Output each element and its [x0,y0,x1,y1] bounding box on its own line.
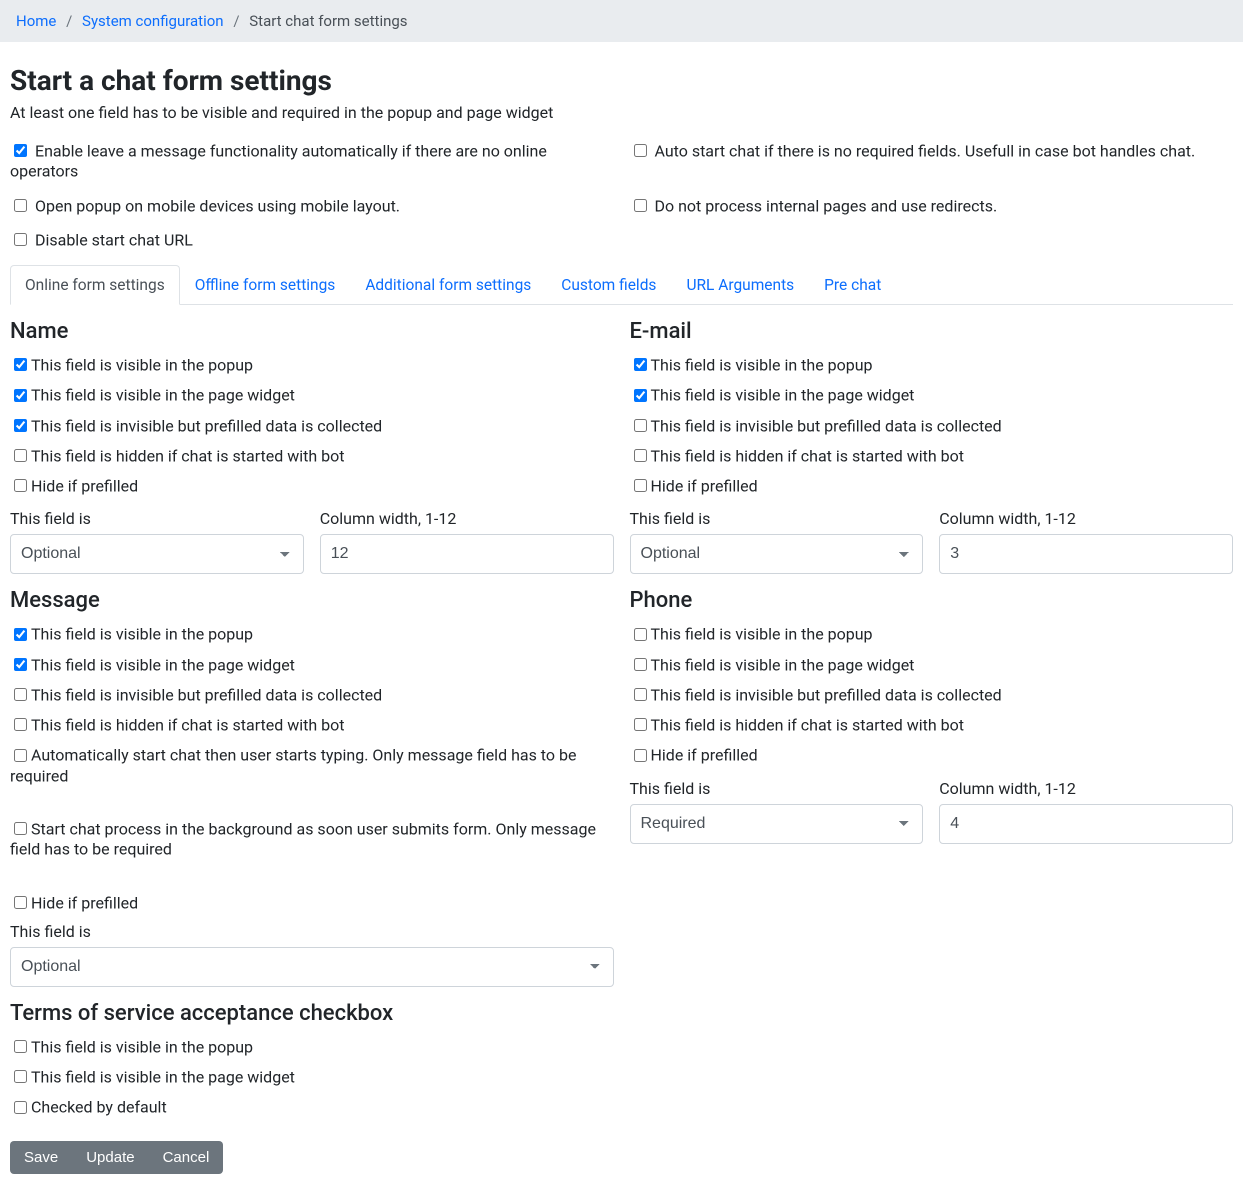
email-invisible-prefilled-label: This field is invisible but prefilled da… [651,416,1002,435]
section-email-heading: E-mail [630,319,1234,344]
phone-invisible-prefilled-label: This field is invisible but prefilled da… [651,685,1002,704]
phone-visible-widget-checkbox[interactable] [634,658,647,671]
tab-prechat[interactable]: Pre chat [809,265,896,305]
tos-checked-default-checkbox[interactable] [14,1101,27,1114]
email-hidden-if-bot-checkbox[interactable] [634,449,647,462]
name-field-is-select[interactable]: Optional Required [10,534,304,574]
breadcrumb: Home / System configuration / Start chat… [0,0,1243,42]
email-invisible-prefilled-checkbox[interactable] [634,419,647,432]
name-hide-if-prefilled-label: Hide if prefilled [31,476,138,495]
breadcrumb-current: Start chat form settings [249,12,407,30]
email-field-is-select[interactable]: Optional Required [630,534,924,574]
email-visible-widget-label: This field is visible in the page widget [651,386,915,405]
auto-start-chat-checkbox[interactable] [634,144,647,157]
name-visible-widget-checkbox[interactable] [14,389,27,402]
message-visible-popup-label: This field is visible in the popup [31,625,253,644]
email-col-width-input[interactable] [939,534,1233,574]
message-hidden-if-bot-checkbox[interactable] [14,718,27,731]
disable-start-url-label: Disable start chat URL [35,230,193,249]
message-hide-if-prefilled-checkbox[interactable] [14,896,27,909]
enable-leave-msg-checkbox[interactable] [14,144,27,157]
section-message-heading: Message [10,588,614,613]
no-internal-redirect-checkbox[interactable] [634,199,647,212]
phone-hide-if-prefilled-label: Hide if prefilled [651,746,758,765]
breadcrumb-sep: / [66,12,72,30]
name-visible-popup-label: This field is visible in the popup [31,355,253,374]
email-visible-popup-label: This field is visible in the popup [651,355,873,374]
email-hide-if-prefilled-label: Hide if prefilled [651,476,758,495]
message-invisible-prefilled-checkbox[interactable] [14,688,27,701]
tos-visible-widget-label: This field is visible in the page widget [31,1067,295,1086]
message-visible-widget-label: This field is visible in the page widget [31,655,295,674]
name-invisible-prefilled-checkbox[interactable] [14,419,27,432]
name-hidden-if-bot-label: This field is hidden if chat is started … [31,446,345,465]
phone-visible-widget-label: This field is visible in the page widget [651,655,915,674]
section-name-heading: Name [10,319,614,344]
page-subtitle: At least one field has to be visible and… [10,103,1233,122]
message-field-is-label: This field is [10,922,614,941]
phone-visible-popup-checkbox[interactable] [634,628,647,641]
breadcrumb-sysconf[interactable]: System configuration [82,12,224,30]
no-internal-redirect-label: Do not process internal pages and use re… [654,196,997,215]
message-visible-popup-checkbox[interactable] [14,628,27,641]
phone-field-is-select[interactable]: Optional Required [630,804,924,844]
phone-field-is-label: This field is [630,779,924,798]
update-button[interactable]: Update [72,1141,148,1174]
email-visible-popup-checkbox[interactable] [634,358,647,371]
message-field-is-select[interactable]: Optional Required [10,947,614,987]
name-visible-widget-label: This field is visible in the page widget [31,386,295,405]
tab-offline[interactable]: Offline form settings [180,265,351,305]
breadcrumb-sep: / [233,12,239,30]
phone-col-width-input[interactable] [939,804,1233,844]
phone-invisible-prefilled-checkbox[interactable] [634,688,647,701]
name-hidden-if-bot-checkbox[interactable] [14,449,27,462]
message-auto-start-typing-checkbox[interactable] [14,749,27,762]
email-hide-if-prefilled-checkbox[interactable] [634,479,647,492]
tab-custom[interactable]: Custom fields [546,265,671,305]
section-phone-heading: Phone [630,588,1234,613]
phone-visible-popup-label: This field is visible in the popup [651,625,873,644]
tos-visible-widget-checkbox[interactable] [14,1070,27,1083]
phone-hidden-if-bot-label: This field is hidden if chat is started … [651,715,965,734]
message-start-background-label: Start chat process in the background as … [10,819,596,858]
tos-visible-popup-checkbox[interactable] [14,1040,27,1053]
phone-hidden-if-bot-checkbox[interactable] [634,718,647,731]
message-invisible-prefilled-label: This field is invisible but prefilled da… [31,685,382,704]
page-title: Start a chat form settings [10,64,1233,97]
breadcrumb-home[interactable]: Home [16,12,56,30]
tab-additional[interactable]: Additional form settings [350,265,546,305]
name-hide-if-prefilled-checkbox[interactable] [14,479,27,492]
name-invisible-prefilled-label: This field is invisible but prefilled da… [31,416,382,435]
phone-hide-if-prefilled-checkbox[interactable] [634,749,647,762]
email-hidden-if-bot-label: This field is hidden if chat is started … [651,446,965,465]
tab-urlargs[interactable]: URL Arguments [671,265,809,305]
message-hide-if-prefilled-label: Hide if prefilled [31,893,138,912]
open-popup-mobile-checkbox[interactable] [14,199,27,212]
auto-start-chat-label: Auto start chat if there is no required … [654,141,1195,160]
open-popup-mobile-label: Open popup on mobile devices using mobil… [35,196,400,215]
section-tos-heading: Terms of service acceptance checkbox [10,1001,614,1026]
name-col-width-input[interactable] [320,534,614,574]
tab-online[interactable]: Online form settings [10,265,180,305]
tos-visible-popup-label: This field is visible in the popup [31,1037,253,1056]
disable-start-url-checkbox[interactable] [14,233,27,246]
name-field-is-label: This field is [10,509,304,528]
email-field-is-label: This field is [630,509,924,528]
email-visible-widget-checkbox[interactable] [634,389,647,402]
tos-checked-default-label: Checked by default [31,1098,167,1117]
message-auto-start-typing-label: Automatically start chat then user start… [10,746,576,785]
phone-col-width-label: Column width, 1-12 [939,779,1233,798]
message-visible-widget-checkbox[interactable] [14,658,27,671]
message-hidden-if-bot-label: This field is hidden if chat is started … [31,715,345,734]
message-start-background-checkbox[interactable] [14,822,27,835]
cancel-button[interactable]: Cancel [149,1141,224,1174]
tabs-nav: Online form settings Offline form settin… [10,265,1233,305]
name-col-width-label: Column width, 1-12 [320,509,614,528]
name-visible-popup-checkbox[interactable] [14,358,27,371]
save-button[interactable]: Save [10,1141,72,1174]
email-col-width-label: Column width, 1-12 [939,509,1233,528]
enable-leave-msg-label: Enable leave a message functionality aut… [10,141,547,180]
